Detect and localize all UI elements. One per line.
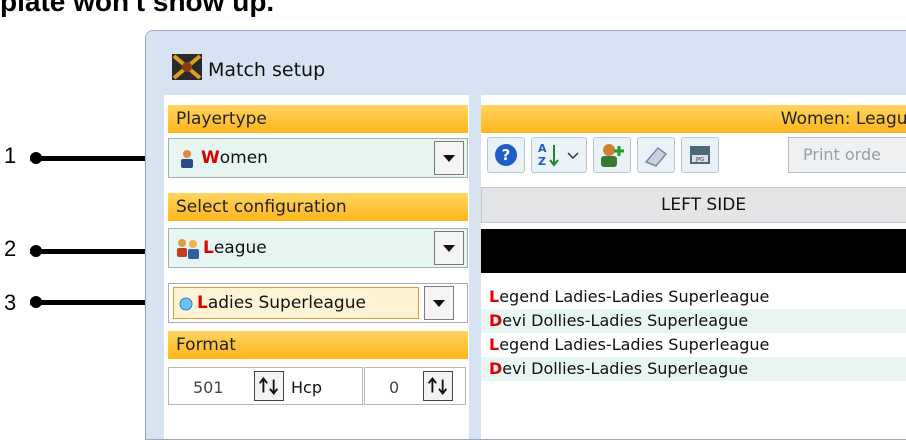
- svg-text:?: ?: [502, 146, 511, 164]
- playertype-label: Playertype: [168, 105, 468, 133]
- left-side-header: LEFT SIDE: [481, 187, 906, 223]
- callout-label-3: 3: [4, 290, 17, 315]
- title-bar[interactable]: Match setup: [146, 31, 906, 95]
- dart-board-icon: [172, 54, 202, 80]
- window-frame-left: [146, 95, 164, 439]
- blue-dot-icon: [179, 297, 193, 311]
- female-player-icon: [181, 150, 193, 168]
- page-heading: plate won't show up.: [0, 0, 275, 17]
- panel-divider: [469, 95, 481, 439]
- team-icon: [177, 239, 199, 259]
- add-player-button[interactable]: [593, 137, 631, 173]
- list-item[interactable]: Legend Ladies-Ladies Superleague: [481, 333, 906, 357]
- start-score-value: 501: [193, 378, 224, 397]
- hcp-updown-icon[interactable]: [423, 371, 453, 401]
- jpg-export-button[interactable]: JPG: [681, 137, 719, 173]
- start-score-updown-icon[interactable]: [254, 371, 284, 401]
- hcp-value: 0: [389, 378, 400, 397]
- arrow-updown-icon: [427, 377, 448, 395]
- player-list: Legend Ladies-Ladies Superleague Devi Do…: [481, 283, 906, 413]
- format-label: Format: [168, 331, 468, 359]
- configuration-dropdown[interactable]: League: [168, 228, 468, 268]
- scoreboard-black-bar: [481, 229, 906, 273]
- callout-line-1: [30, 156, 158, 161]
- svg-text:Z: Z: [538, 155, 546, 168]
- list-item[interactable]: Devi Dollies-Ladies Superleague: [481, 357, 906, 381]
- playertype-dropdown[interactable]: Women: [168, 138, 468, 178]
- list-item[interactable]: Devi Dollies-Ladies Superleague: [481, 309, 906, 333]
- start-score-stepper[interactable]: 501 Hcp: [168, 367, 363, 405]
- chevron-down-icon: [433, 300, 445, 307]
- playertype-value: Women: [201, 148, 268, 168]
- right-panel-header: Women: League: [481, 105, 906, 133]
- add-player-icon: [601, 144, 624, 167]
- select-configuration-label: Select configuration: [168, 193, 468, 221]
- league-dropdown-button[interactable]: [424, 286, 454, 320]
- window-title: Match setup: [208, 59, 326, 81]
- right-panel-header-text: Women: League: [780, 109, 906, 129]
- callout-dot-2: [30, 245, 42, 257]
- arrow-updown-icon: [258, 377, 279, 395]
- eraser-button[interactable]: [637, 137, 675, 173]
- configuration-value: League: [203, 238, 267, 258]
- callout-line-3: [30, 300, 158, 305]
- sort-button[interactable]: A Z: [531, 137, 587, 173]
- jpg-file-icon: JPG: [690, 146, 710, 164]
- list-item[interactable]: Legend Ladies-Ladies Superleague: [481, 285, 906, 309]
- toolbar: ? A Z JPG Print orde: [481, 135, 906, 175]
- configuration-dropdown-button[interactable]: [434, 231, 464, 265]
- chevron-down-icon: [443, 155, 455, 162]
- svg-text:JPG: JPG: [695, 157, 704, 163]
- league-dropdown[interactable]: Ladies Superleague: [168, 283, 468, 323]
- playertype-dropdown-button[interactable]: [434, 141, 464, 175]
- sort-az-icon: A Z: [538, 142, 579, 168]
- help-button[interactable]: ?: [487, 137, 525, 173]
- hcp-label: Hcp: [291, 378, 322, 397]
- league-value: Ladies Superleague: [197, 293, 366, 313]
- callout-label-1: 1: [4, 143, 17, 168]
- eraser-icon: [644, 146, 668, 167]
- callout-label-2: 2: [4, 236, 17, 261]
- callout-dot-1: [30, 152, 42, 164]
- hcp-stepper[interactable]: 0: [364, 367, 466, 405]
- callout-line-2: [30, 249, 158, 254]
- callout-dot-3: [30, 296, 42, 308]
- print-order-button[interactable]: Print orde: [788, 137, 906, 173]
- help-icon: ?: [495, 144, 517, 166]
- svg-text:A: A: [538, 142, 547, 155]
- match-setup-window: Match setup Playertype Women Select conf…: [145, 30, 906, 440]
- chevron-down-icon: [443, 245, 455, 252]
